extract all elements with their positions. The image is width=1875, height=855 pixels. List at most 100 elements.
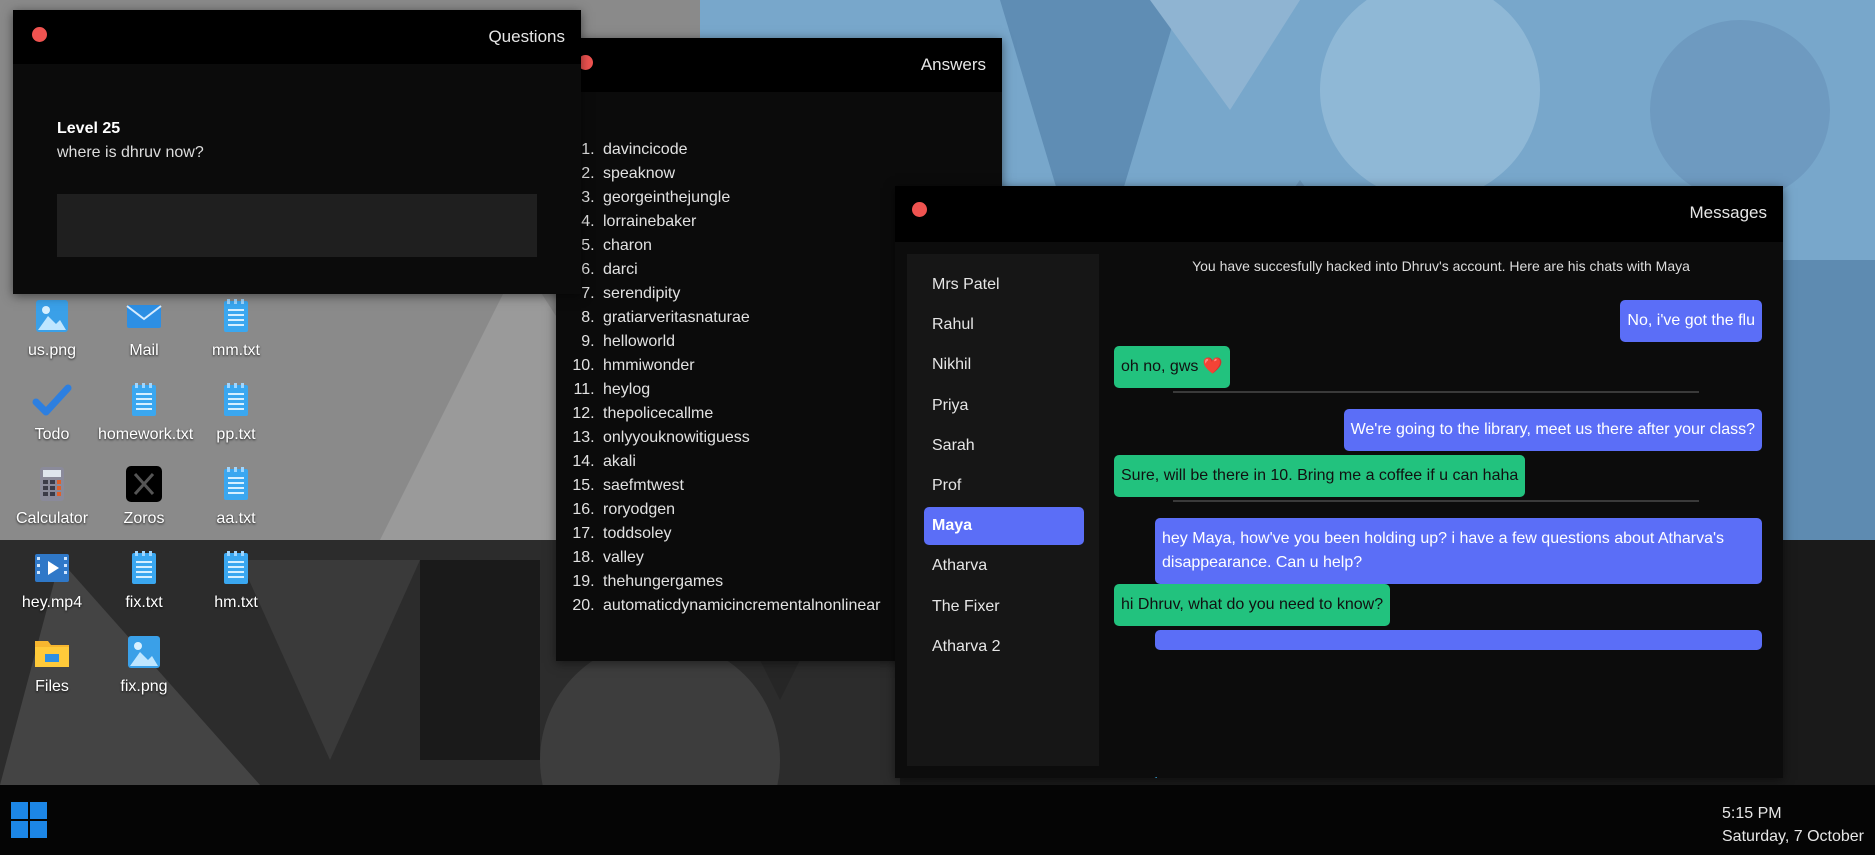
desktop-icon-label: Mail [129, 342, 159, 359]
message-bubble-sent-partial [1155, 630, 1762, 650]
messages-close-button[interactable] [912, 202, 927, 217]
start-button[interactable] [11, 802, 47, 838]
desktop-icon-mm-txt[interactable]: mm.txt [190, 296, 282, 360]
messages-titlebar[interactable]: Messages [895, 186, 1783, 242]
answer-item: saefmtwest [599, 474, 880, 498]
x-logo-icon [124, 464, 164, 504]
contact-atharva-2[interactable]: Atharva 2 [924, 628, 1084, 666]
desktop-icon-hey-mp4[interactable]: hey.mp4 [6, 548, 98, 612]
desktop-icon-calculator[interactable]: Calculator [6, 464, 98, 528]
text-file-icon [124, 380, 164, 420]
level-heading: Level 25 [57, 120, 121, 137]
answers-list: davincicodespeaknowgeorgeinthejunglelorr… [556, 138, 880, 618]
answer-item: charon [599, 234, 880, 258]
clock-time: 5:15 PM [1722, 805, 1782, 822]
mail-icon [124, 296, 164, 336]
desktop-icon-label: fix.txt [125, 594, 163, 611]
send-icon[interactable] [1123, 775, 1159, 778]
answer-input[interactable] [57, 194, 537, 257]
answer-item: toddsoley [599, 522, 880, 546]
answer-item: serendipity [599, 282, 880, 306]
desktop-icon-label: homework.txt [98, 426, 194, 443]
questions-window: Questions Level 25 where is dhruv now? [13, 10, 581, 294]
message-bubble-sent: We're going to the library, meet us ther… [1343, 409, 1762, 451]
contact-maya[interactable]: Maya [924, 507, 1084, 546]
desktop-icon-mail[interactable]: Mail [98, 296, 190, 360]
desktop-icon-hm-txt[interactable]: hm.txt [190, 548, 282, 612]
contacts-list: Mrs Patel Rahul Nikhil Priya Sarah Prof Maya At… [907, 254, 1099, 766]
question-text: where is dhruv now? [57, 144, 204, 161]
questions-close-button[interactable] [32, 27, 47, 42]
message-bubble-sent: No, i've got the flu [1620, 300, 1762, 342]
desktop-icon-todo[interactable]: Todo [6, 380, 98, 444]
desktop-icon-files[interactable]: Files [6, 632, 98, 696]
desktop-icon-label: pp.txt [216, 426, 256, 443]
windows-logo-icon [30, 821, 47, 838]
message-bubble-received: hi Dhruv, what do you need to know? [1114, 584, 1391, 626]
desktop-icon-label: mm.txt [212, 342, 260, 359]
clock-date: Saturday, 7 October [1722, 828, 1864, 845]
text-file-icon [216, 380, 256, 420]
questions-titlebar[interactable]: Questions [13, 10, 581, 64]
message-bubble-received: oh no, gws ❤️ [1114, 346, 1230, 388]
desktop-icon-homework-txt[interactable]: homework.txt [98, 380, 194, 444]
answers-titlebar[interactable]: Answers [556, 38, 1002, 92]
message-bubble-sent: hey Maya, how've you been holding up? i … [1155, 518, 1762, 584]
desktop-icon-label: hey.mp4 [21, 594, 83, 611]
hack-notice: You have succesfully hacked into Dhruv's… [1192, 258, 1690, 274]
checkmark-icon [32, 380, 72, 420]
answer-item: heylog [599, 378, 880, 402]
answer-item: darci [599, 258, 880, 282]
compose-input[interactable] [1167, 772, 1771, 778]
desktop-icon-label: aa.txt [216, 510, 256, 527]
answer-item: roryodgen [599, 498, 880, 522]
contact-the-fixer[interactable]: The Fixer [924, 588, 1084, 626]
contact-prof[interactable]: Prof [924, 467, 1084, 505]
clock[interactable]: 5:15 PM Saturday, 7 October [1722, 802, 1864, 848]
text-file-icon [216, 296, 256, 336]
message-divider [1173, 500, 1699, 502]
desktop-icon-aa-txt[interactable]: aa.txt [190, 464, 282, 528]
text-file-icon [124, 548, 164, 588]
answer-item: onlyyouknowitiguess [599, 426, 880, 450]
desktop-icon-fix-png[interactable]: fix.png [98, 632, 190, 696]
questions-title: Questions [488, 27, 565, 46]
image-icon [124, 632, 164, 672]
desktop-icon-label: Files [35, 678, 69, 695]
answer-item: akali [599, 450, 880, 474]
contact-atharva[interactable]: Atharva [924, 547, 1084, 585]
desktop-icon-label: Calculator [15, 510, 89, 527]
contact-sarah[interactable]: Sarah [924, 427, 1084, 465]
answer-item: automaticdynamicincrementalnonlinear [599, 594, 880, 618]
answer-item: gratiarveritasnaturae [599, 306, 880, 330]
taskbar: 5:15 PM Saturday, 7 October [0, 785, 1875, 855]
desktop-icon-pp-txt[interactable]: pp.txt [190, 380, 282, 444]
image-icon [32, 296, 72, 336]
chat-history[interactable]: You have succesfully hacked into Dhruv's… [1107, 242, 1775, 758]
desktop-icon-us-png[interactable]: us.png [6, 296, 98, 360]
desktop-icon-label: Todo [34, 426, 70, 443]
contact-priya[interactable]: Priya [924, 387, 1084, 425]
answer-item: helloworld [599, 330, 880, 354]
answer-item: thepolicecallme [599, 402, 880, 426]
chat-panel: You have succesfully hacked into Dhruv's… [1107, 242, 1775, 778]
video-file-icon [32, 548, 72, 588]
desktop-icon-zoros[interactable]: Zoros [98, 464, 190, 528]
contact-rahul[interactable]: Rahul [924, 306, 1084, 344]
answer-item: hmmiwonder [599, 354, 880, 378]
answer-item: speaknow [599, 162, 880, 186]
answer-item: davincicode [599, 138, 880, 162]
answer-item: georgeinthejungle [599, 186, 880, 210]
message-bubble-received: Sure, will be there in 10. Bring me a co… [1114, 455, 1526, 497]
messages-window: Messages Mrs Patel Rahul Nikhil Priya Sarah P… [895, 186, 1783, 778]
windows-logo-icon [11, 821, 28, 838]
message-divider [1173, 391, 1699, 393]
windows-logo-icon [11, 802, 28, 819]
contact-nikhil[interactable]: Nikhil [924, 346, 1084, 384]
answer-item: thehungergames [599, 570, 880, 594]
windows-logo-icon [30, 802, 47, 819]
desktop-icon-fix-txt[interactable]: fix.txt [98, 548, 190, 612]
answer-item: lorrainebaker [599, 210, 880, 234]
desktop-icon-label: hm.txt [214, 594, 258, 611]
contact-mrs-patel[interactable]: Mrs Patel [924, 266, 1084, 304]
